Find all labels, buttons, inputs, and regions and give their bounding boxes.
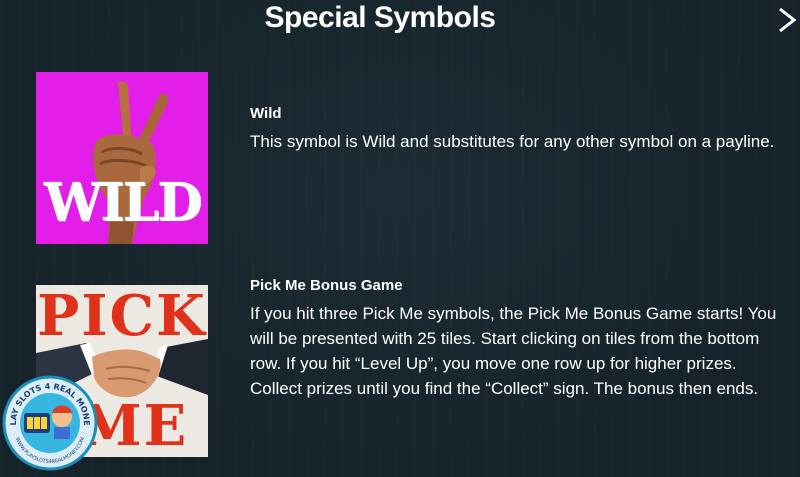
pick-me-description-block: Pick Me Bonus Game If you hit three Pick… (250, 276, 780, 401)
wild-symbol-label: WILD (43, 172, 202, 233)
wild-symbol-name: Wild (250, 105, 282, 122)
pick-symbol-label-top: PICK (37, 285, 207, 349)
wild-symbol-description: This symbol is Wild and substitutes for … (250, 132, 775, 151)
page-title: Special Symbols (264, 1, 496, 34)
pick-me-symbol-name: Pick Me Bonus Game (250, 277, 403, 294)
pick-me-symbol-description: If you hit three Pick Me symbols, the Pi… (250, 304, 777, 398)
close-icon[interactable] (774, 6, 798, 34)
wild-description-block: Wild This symbol is Wild and substitutes… (250, 104, 780, 154)
site-logo-badge: PLAY SLOTS 4 REAL MONEY WWW.PLAYSLOTS4RE… (2, 375, 98, 471)
wild-symbol-image: WILD (36, 72, 208, 244)
